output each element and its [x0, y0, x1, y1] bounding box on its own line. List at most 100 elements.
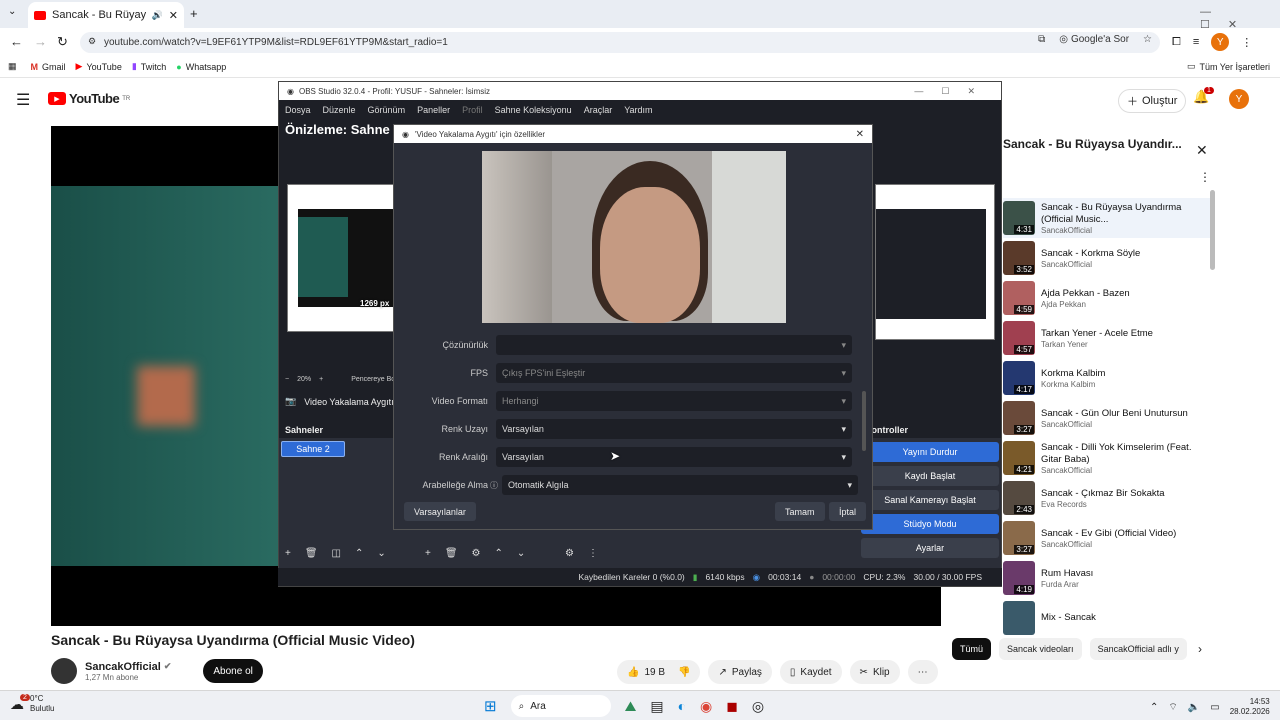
property-dropdown[interactable]: Varsayılan ▾	[496, 447, 852, 467]
preview-left-capture[interactable]: 1269 px	[287, 184, 395, 332]
back-icon[interactable]: ←	[10, 34, 23, 49]
tab-close-icon[interactable]: ✕	[169, 9, 178, 22]
scene-filter-icon[interactable]: ◫	[332, 548, 341, 559]
tab-list-icon[interactable]: ⌄	[8, 6, 16, 17]
share-button[interactable]: ↗ Paylaş	[708, 660, 772, 684]
windows-start-icon[interactable]: ⊞	[484, 697, 497, 715]
channel-name[interactable]: SancakOfficial	[85, 661, 161, 673]
obs-taskbar-icon[interactable]: ◎	[752, 698, 764, 715]
zoom-in-icon[interactable]: +	[319, 376, 323, 383]
property-dropdown[interactable]: ▾	[496, 335, 852, 355]
playlist-item[interactable]: 3:27 Sancak - Gün Olur Beni Unutursun San…	[1003, 398, 1213, 438]
scene-item[interactable]: Sahne 2	[281, 441, 345, 457]
property-dropdown[interactable]: Herhangi ▾	[496, 391, 852, 411]
obs-menu-item[interactable]: Düzenle	[323, 105, 356, 115]
clock-date[interactable]: 28.02.2026	[1230, 707, 1270, 717]
bookmark-youtube[interactable]: ▶ YouTube	[76, 61, 122, 72]
reading-list-icon[interactable]: ≡	[1193, 36, 1199, 48]
dialog-close-icon[interactable]: ✕	[856, 129, 864, 140]
taskbar-search[interactable]: ⌕ Ara	[510, 695, 611, 717]
youtube-logo[interactable]: ▶ YouTube TR	[48, 91, 130, 106]
obs-menu-item[interactable]: Dosya	[285, 105, 311, 115]
google-lens-button[interactable]: ◎ Google'a Sor	[1059, 34, 1129, 45]
remove-scene-icon[interactable]: 🗑	[305, 548, 318, 559]
mixer-menu-icon[interactable]: ⋮	[588, 548, 598, 559]
battery-icon[interactable]: ▭	[1210, 702, 1219, 713]
apps-icon[interactable]: ▦	[8, 61, 17, 72]
obs-window-controls[interactable]: —☐✕	[914, 86, 993, 97]
playlist-item[interactable]: 3:27 Sancak - Ev Gibi (Official Video) Sa…	[1003, 518, 1213, 558]
ok-button[interactable]: Tamam	[775, 502, 825, 521]
all-bookmarks[interactable]: ▭ Tüm Yer İşaretleri	[1187, 61, 1270, 72]
browser-tab[interactable]: Sancak - Bu Rüyaysa Uyand 🔊 ✕	[28, 2, 184, 28]
bookmark-gmail[interactable]: M Gmail	[31, 62, 66, 72]
control-button[interactable]: Yayını Durdur	[861, 442, 999, 462]
playlist-item[interactable]: 4:19 Rum Havası Furda Arar	[1003, 558, 1213, 598]
filter-chip[interactable]: SancakOfficial adlı y	[1089, 638, 1187, 660]
subscribe-button[interactable]: Abone ol	[203, 659, 263, 683]
control-button[interactable]: Kaydı Başlat	[861, 466, 999, 486]
channel-avatar[interactable]	[51, 658, 77, 684]
playlist-menu-icon[interactable]: ⋮	[1199, 170, 1211, 184]
forward-icon[interactable]: →	[34, 34, 47, 49]
volume-icon[interactable]: 🔈	[1188, 702, 1200, 713]
filter-chip[interactable]: Tümü	[952, 638, 992, 660]
add-scene-icon[interactable]: +	[285, 548, 291, 559]
account-avatar[interactable]: Y	[1229, 89, 1249, 109]
chips-next-icon[interactable]: ›	[1198, 642, 1202, 656]
close-playlist-icon[interactable]: ✕	[1196, 142, 1208, 159]
defaults-button[interactable]: Varsayılanlar	[404, 502, 476, 521]
property-dropdown[interactable]: Varsayılan ▾	[496, 419, 852, 439]
dialog-scrollbar[interactable]	[862, 391, 866, 451]
new-tab-icon[interactable]: +	[190, 6, 198, 21]
property-dropdown[interactable]: Otomatik Algıla ▾	[502, 475, 858, 495]
weather-widget[interactable]: ☁ 2 0°C Bulutlu	[10, 693, 54, 714]
more-actions-icon[interactable]: ⋯	[907, 660, 938, 684]
playlist-item[interactable]: 3:52 Sancak - Korkma Söyle SancakOfficial	[1003, 238, 1213, 278]
bookmark-star-icon[interactable]: ☆	[1143, 34, 1152, 45]
source-settings-icon[interactable]: ⚙	[472, 548, 481, 559]
clock-time[interactable]: 14:53	[1230, 697, 1270, 707]
playlist-item[interactable]: 4:59 Ajda Pekkan - Bazen Ajda Pekkan	[1003, 278, 1213, 318]
playlist-item[interactable]: Mix - Sancak	[1003, 598, 1213, 638]
control-button[interactable]: Ayarlar	[861, 538, 999, 558]
app-icon[interactable]: ◼	[726, 698, 738, 715]
file-explorer-icon[interactable]: ▤	[650, 698, 663, 715]
extensions-icon[interactable]: ⧠	[1172, 36, 1181, 49]
create-button[interactable]: ＋ Oluştur	[1118, 89, 1187, 113]
obs-menu-item[interactable]: Sahne Koleksiyonu	[495, 105, 572, 115]
cancel-button[interactable]: İptal	[829, 502, 867, 521]
chrome-icon[interactable]: ◉	[700, 698, 712, 715]
playlist-item[interactable]: 4:21 Sancak - Dilli Yok Kimselerim (Feat…	[1003, 438, 1213, 478]
edge-icon[interactable]: ◐	[678, 698, 686, 714]
bookmark-whatsapp[interactable]: ● Whatsapp	[176, 62, 226, 72]
playlist-item[interactable]: 4:31 Sancak - Bu Rüyaysa Uyandırma (Offi…	[1003, 198, 1213, 238]
network-icon[interactable]: ⌔	[1168, 701, 1177, 714]
thumbs-down-icon[interactable]: 👎	[678, 667, 690, 678]
property-dropdown[interactable]: Çıkış FPS'ini Eşleştir ▾	[496, 363, 852, 383]
fit-to-window[interactable]: Pencereye Boy	[351, 376, 398, 383]
source-up-icon[interactable]: ⌃	[495, 548, 503, 559]
remove-source-icon[interactable]: 🗑	[445, 548, 458, 559]
move-up-icon[interactable]: ⌃	[355, 548, 363, 559]
clip-button[interactable]: ✂ Klip	[849, 660, 900, 684]
playlist-item[interactable]: 4:17 Korkma Kalbim Korkma Kalbim	[1003, 358, 1213, 398]
reload-icon[interactable]: ↻	[57, 34, 68, 50]
obs-menu-item[interactable]: Görünüm	[368, 105, 406, 115]
tray-chevron-icon[interactable]: ⌃	[1150, 702, 1158, 713]
mixer-settings-icon[interactable]: ⚙	[565, 548, 574, 559]
source-down-icon[interactable]: ⌄	[517, 548, 525, 559]
move-down-icon[interactable]: ⌄	[377, 548, 385, 559]
obs-menu-item[interactable]: Araçlar	[584, 105, 613, 115]
site-info-icon[interactable]: ⚙	[88, 36, 96, 47]
obs-menu-item[interactable]: Paneller	[417, 105, 450, 115]
help-icon[interactable]: ⓘ	[490, 480, 498, 491]
control-button[interactable]: Stüdyo Modu	[861, 514, 999, 534]
widgets-icon[interactable]: ⛰	[625, 698, 637, 715]
zoom-out-icon[interactable]: −	[285, 376, 289, 383]
playlist-item[interactable]: 4:57 Tarkan Yener - Acele Etme Tarkan Yen…	[1003, 318, 1213, 358]
address-bar[interactable]: ⚙ youtube.com/watch?v=L9EF61YTP9M&list=R…	[80, 32, 1160, 53]
playlist-item[interactable]: 2:43 Sancak - Çıkmaz Bir Sokakta Eva Reco…	[1003, 478, 1213, 518]
obs-menu-item[interactable]: Profil	[462, 105, 483, 115]
bookmark-twitch[interactable]: ▮ Twitch	[132, 61, 166, 72]
